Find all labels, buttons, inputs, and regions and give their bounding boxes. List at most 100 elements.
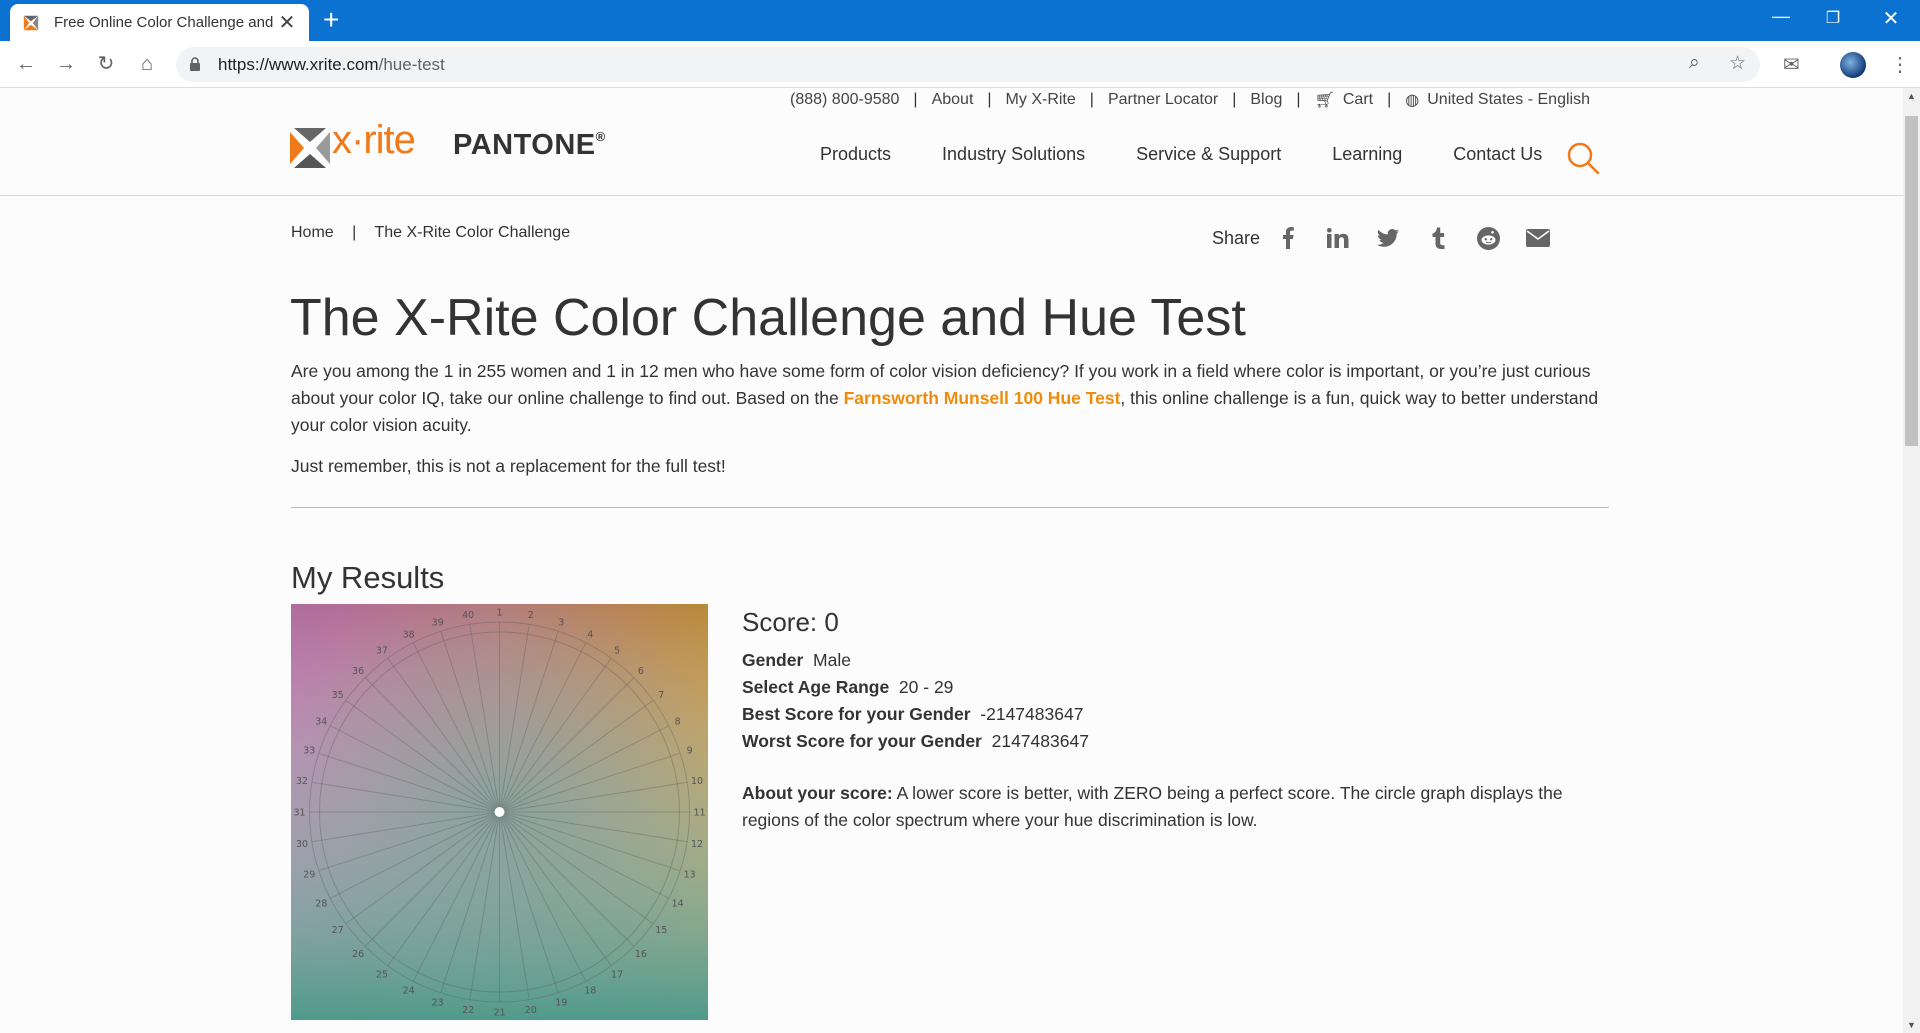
reddit-icon[interactable] bbox=[1476, 226, 1500, 250]
nav-learning[interactable]: Learning bbox=[1332, 144, 1402, 165]
nav-products[interactable]: Products bbox=[820, 144, 891, 165]
wheel-label: 16 bbox=[635, 949, 647, 960]
share-bar: Share bbox=[1212, 226, 1576, 250]
wheel-label: 37 bbox=[376, 646, 388, 657]
breadcrumb: Home | The X-Rite Color Challenge bbox=[291, 224, 570, 242]
wheel-label: 4 bbox=[587, 629, 593, 640]
wheel-label: 13 bbox=[684, 869, 696, 880]
url-text: https://www.xrite.com/hue-test bbox=[218, 55, 445, 74]
wheel-label: 31 bbox=[293, 808, 305, 819]
tumblr-icon[interactable] bbox=[1426, 226, 1450, 250]
phone-link[interactable]: (888) 800-9580 bbox=[790, 91, 899, 109]
xrite-logo-icon[interactable] bbox=[290, 128, 330, 168]
wheel-label: 7 bbox=[658, 690, 664, 701]
menu-kebab-icon[interactable]: ⋮ bbox=[1890, 52, 1910, 77]
breadcrumb-home[interactable]: Home bbox=[291, 224, 334, 241]
bookmark-star-icon[interactable]: ☆ bbox=[1729, 52, 1746, 75]
scroll-up-icon[interactable]: ▲ bbox=[1903, 88, 1920, 104]
cart-link[interactable]: Cart bbox=[1343, 91, 1373, 109]
wheel-label: 21 bbox=[493, 1008, 505, 1019]
wheel-label: 1 bbox=[496, 608, 502, 619]
nav-contact-us[interactable]: Contact Us bbox=[1453, 144, 1542, 165]
farnsworth-munsell-link[interactable]: Farnsworth Munsell 100 Hue Test bbox=[844, 388, 1121, 408]
results-details: Gender Male Select Age Range 20 - 29 Bes… bbox=[742, 647, 1089, 755]
browser-tab-bar: Free Online Color Challenge and ✕ + — ❐ … bbox=[0, 0, 1920, 41]
wheel-label: 9 bbox=[687, 746, 693, 757]
my-xrite-link[interactable]: My X-Rite bbox=[1006, 91, 1076, 109]
wheel-label: 26 bbox=[352, 949, 364, 960]
wheel-label: 5 bbox=[614, 646, 620, 657]
best-score-value: -2147483647 bbox=[980, 704, 1084, 724]
xrite-favicon-icon bbox=[23, 15, 39, 30]
hue-wheel-chart: 1 234567891011121314151617181920212223242… bbox=[291, 604, 708, 1020]
separator: | bbox=[1232, 91, 1237, 108]
nav-service-support[interactable]: Service & Support bbox=[1136, 144, 1281, 165]
home-icon[interactable]: ⌂ bbox=[133, 50, 161, 78]
wheel-label: 35 bbox=[332, 690, 344, 701]
facebook-icon[interactable] bbox=[1276, 226, 1300, 250]
search-icon[interactable] bbox=[1565, 140, 1601, 176]
wheel-label: 36 bbox=[352, 666, 364, 677]
age-row: Select Age Range 20 - 29 bbox=[742, 677, 954, 697]
separator: | bbox=[913, 91, 918, 108]
page-title: The X-Rite Color Challenge and Hue Test bbox=[290, 289, 1246, 347]
breadcrumb-separator: | bbox=[352, 224, 357, 241]
close-window-icon[interactable]: ✕ bbox=[1876, 6, 1906, 31]
pantone-logo[interactable]: PANTONE® bbox=[453, 129, 606, 162]
worst-score-value: 2147483647 bbox=[991, 731, 1089, 751]
blog-link[interactable]: Blog bbox=[1250, 91, 1282, 109]
results-heading: My Results bbox=[291, 560, 445, 595]
intro-paragraph: Are you among the 1 in 255 women and 1 i… bbox=[291, 361, 1599, 435]
address-bar[interactable]: https://www.xrite.com/hue-test ⌕ ☆ bbox=[176, 47, 1760, 82]
email-icon[interactable] bbox=[1526, 226, 1551, 250]
gender-row: Gender Male bbox=[742, 650, 851, 670]
page-scrollbar[interactable]: ▲ ▼ bbox=[1903, 88, 1920, 1033]
nav-industry-solutions[interactable]: Industry Solutions bbox=[942, 144, 1085, 165]
wheel-label: 29 bbox=[303, 869, 315, 880]
minimize-icon[interactable]: — bbox=[1766, 6, 1796, 27]
browser-tab[interactable]: Free Online Color Challenge and ✕ bbox=[10, 4, 309, 41]
cart-icon[interactable]: 🛒︎ bbox=[1315, 90, 1335, 110]
wheel-label: 2 bbox=[528, 610, 534, 621]
wheel-center-dot bbox=[494, 807, 505, 817]
twitter-icon[interactable] bbox=[1376, 226, 1400, 250]
wheel-label: 33 bbox=[303, 746, 315, 757]
browser-toolbar: ← → ↻ ⌂ https://www.xrite.com/hue-test ⌕… bbox=[0, 41, 1920, 88]
wheel-label: 11 bbox=[693, 808, 705, 819]
globe-icon: ◍ bbox=[1405, 92, 1420, 109]
content-divider bbox=[291, 507, 1609, 508]
scroll-down-icon[interactable]: ▼ bbox=[1903, 1017, 1920, 1033]
partner-locator-link[interactable]: Partner Locator bbox=[1108, 91, 1218, 109]
forward-icon[interactable]: → bbox=[52, 50, 80, 78]
main-nav: Products Industry Solutions Service & Su… bbox=[820, 144, 1593, 165]
wheel-label: 30 bbox=[296, 839, 308, 850]
wheel-label: 20 bbox=[525, 1005, 537, 1016]
reload-icon[interactable]: ↻ bbox=[92, 50, 120, 78]
breadcrumb-current: The X-Rite Color Challenge bbox=[374, 224, 571, 241]
separator: | bbox=[1296, 91, 1301, 108]
about-link[interactable]: About bbox=[932, 91, 974, 109]
about-score-text: About your score: A lower score is bette… bbox=[742, 783, 1563, 830]
wheel-label: 28 bbox=[315, 898, 327, 909]
separator: | bbox=[1089, 91, 1094, 108]
wheel-label: 17 bbox=[611, 969, 623, 980]
profile-avatar[interactable] bbox=[1840, 52, 1866, 78]
wheel-label: 8 bbox=[675, 717, 681, 728]
restore-icon[interactable]: ❐ bbox=[1818, 8, 1848, 28]
tab-close-icon[interactable]: ✕ bbox=[277, 10, 297, 35]
wheel-label: 14 bbox=[672, 898, 684, 909]
zoom-icon[interactable]: ⌕ bbox=[1689, 52, 1700, 74]
wheel-label: 24 bbox=[403, 986, 415, 997]
region-language-link[interactable]: United States - English bbox=[1427, 91, 1590, 109]
wheel-label: 15 bbox=[655, 925, 667, 936]
scroll-thumb[interactable] bbox=[1905, 116, 1918, 446]
utility-nav: (888) 800-9580 | About | My X-Rite | Par… bbox=[790, 88, 1590, 112]
header-divider bbox=[0, 195, 1903, 196]
new-tab-icon[interactable]: + bbox=[323, 6, 339, 34]
back-icon[interactable]: ← bbox=[12, 50, 40, 78]
lock-icon bbox=[190, 57, 200, 71]
mail-extension-icon[interactable]: ✉ bbox=[1783, 52, 1800, 77]
linkedin-icon[interactable] bbox=[1326, 226, 1350, 250]
xrite-logo-text[interactable]: x·rite bbox=[332, 118, 416, 163]
wheel-label: 32 bbox=[296, 776, 308, 787]
